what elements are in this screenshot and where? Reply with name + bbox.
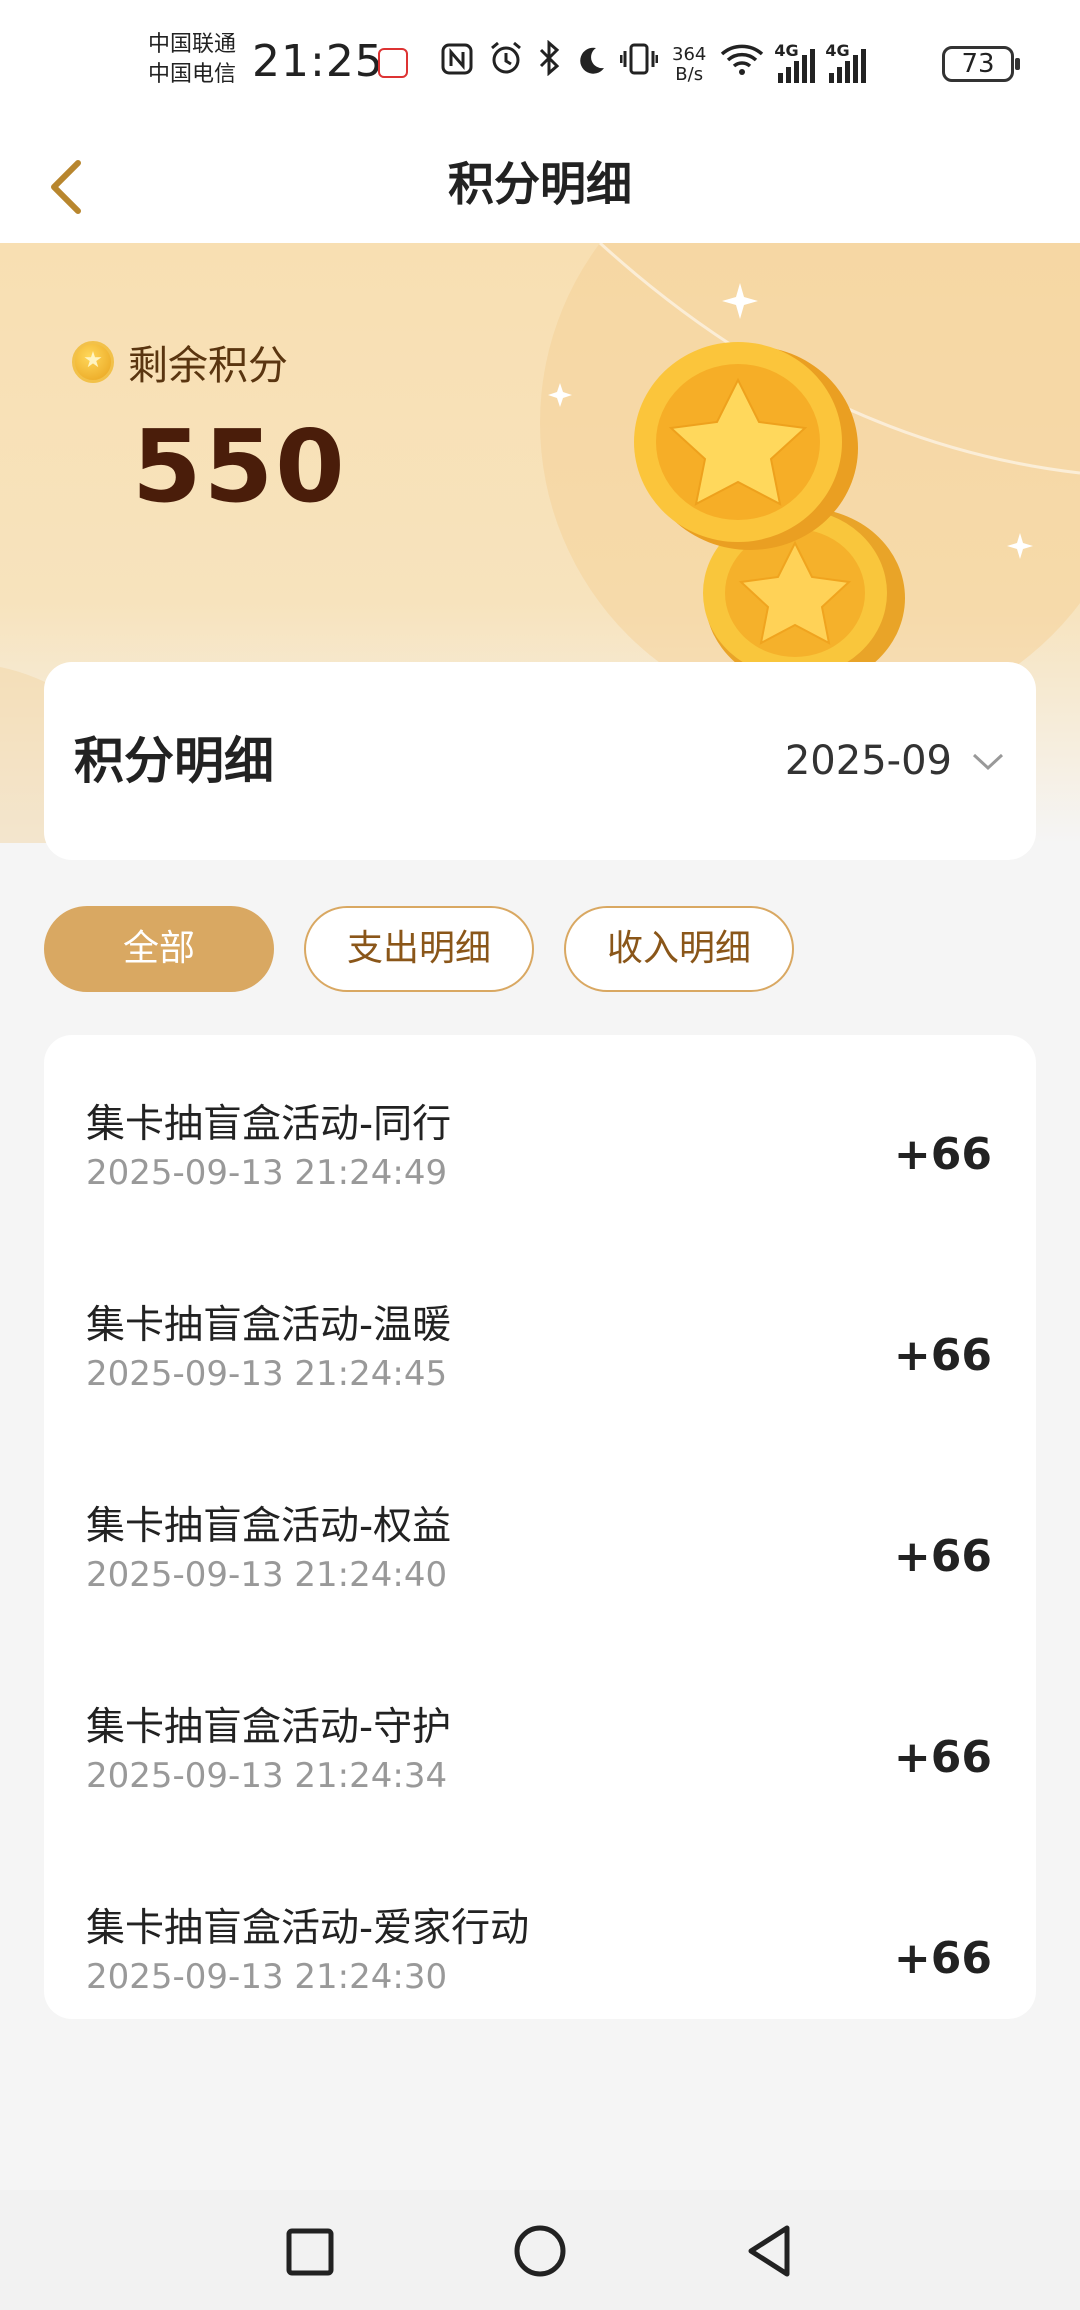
- signal-icon-2: 4G: [825, 41, 867, 83]
- filter-tabs: 全部 支出明细 收入明细: [44, 906, 794, 992]
- page-title: 积分明细: [448, 157, 632, 211]
- list-item[interactable]: 集卡抽盲盒活动-温暖 2025-09-13 21:24:45 +66: [44, 1236, 1036, 1437]
- tab-expense[interactable]: 支出明细: [304, 906, 534, 992]
- record-time: 2025-09-13 21:24:40: [86, 1555, 448, 1595]
- carrier-2: 中国电信: [148, 62, 237, 87]
- signal-icon: 4G: [774, 41, 816, 83]
- circle-icon: [514, 2225, 566, 2277]
- nfc-icon: [440, 40, 474, 90]
- status-time: 21:25: [252, 36, 384, 87]
- month-value: 2025-09: [784, 738, 952, 784]
- carrier-1: 中国联通: [148, 32, 237, 57]
- status-icons: 364 B/s 4G 4G: [440, 39, 867, 90]
- vibrate-icon: [619, 40, 659, 90]
- list-item[interactable]: 集卡抽盲盒活动-守护 2025-09-13 21:24:34 +66: [44, 1638, 1036, 1839]
- moon-icon: [574, 40, 606, 90]
- wifi-icon: [720, 40, 764, 90]
- record-title: 集卡抽盲盒活动-温暖: [86, 1303, 452, 1348]
- triangle-back-icon: [748, 2225, 790, 2277]
- record-title: 集卡抽盲盒活动-守护: [86, 1705, 452, 1750]
- record-time: 2025-09-13 21:24:45: [86, 1354, 448, 1394]
- remaining-points-value: 550: [132, 408, 347, 525]
- app-notification-icon: [378, 48, 408, 78]
- coin-illustration: [634, 342, 905, 678]
- record-time: 2025-09-13 21:24:34: [86, 1756, 448, 1796]
- home-button[interactable]: [505, 2216, 575, 2286]
- nav-bar: 积分明细: [0, 125, 1080, 243]
- tab-all[interactable]: 全部: [44, 906, 274, 992]
- remaining-points-label: 剩余积分: [72, 333, 288, 391]
- record-amount: +66: [893, 1933, 992, 1984]
- back-nav-button[interactable]: [735, 2216, 805, 2286]
- carrier-info: 中国联通 中国电信: [148, 30, 236, 90]
- record-title: 集卡抽盲盒活动-同行: [86, 1102, 452, 1147]
- coin-icon: [72, 341, 114, 383]
- status-bar: 中国联通 中国电信 21:25 364 B/s 4G 4G 73: [0, 0, 1080, 125]
- net-speed: 364 B/s: [672, 44, 707, 85]
- list-item[interactable]: 集卡抽盲盒活动-同行 2025-09-13 21:24:49 +66: [44, 1035, 1036, 1236]
- system-navigation-bar: [0, 2190, 1080, 2310]
- record-title: 集卡抽盲盒活动-爱家行动: [86, 1906, 530, 1951]
- points-detail-header-card: 积分明细 2025-09: [44, 662, 1036, 860]
- tab-income[interactable]: 收入明细: [564, 906, 794, 992]
- list-item[interactable]: 集卡抽盲盒活动-权益 2025-09-13 21:24:40 +66: [44, 1437, 1036, 1638]
- record-title: 集卡抽盲盒活动-权益: [86, 1504, 452, 1549]
- recent-apps-button[interactable]: [274, 2216, 344, 2286]
- alarm-icon: [488, 40, 524, 90]
- list-item[interactable]: 集卡抽盲盒活动-爱家行动 2025-09-13 21:24:30 +66: [44, 1839, 1036, 2019]
- month-selector[interactable]: 2025-09: [785, 662, 1006, 860]
- record-time: 2025-09-13 21:24:49: [86, 1153, 448, 1193]
- points-record-list: 集卡抽盲盒活动-同行 2025-09-13 21:24:49 +66 集卡抽盲盒…: [44, 1035, 1036, 2019]
- bluetooth-icon: [538, 39, 560, 90]
- section-title: 积分明细: [74, 732, 274, 790]
- square-icon: [286, 2228, 334, 2276]
- chevron-down-icon: [972, 753, 1004, 771]
- record-time: 2025-09-13 21:24:30: [86, 1957, 448, 1997]
- battery-indicator: 73: [942, 46, 1020, 82]
